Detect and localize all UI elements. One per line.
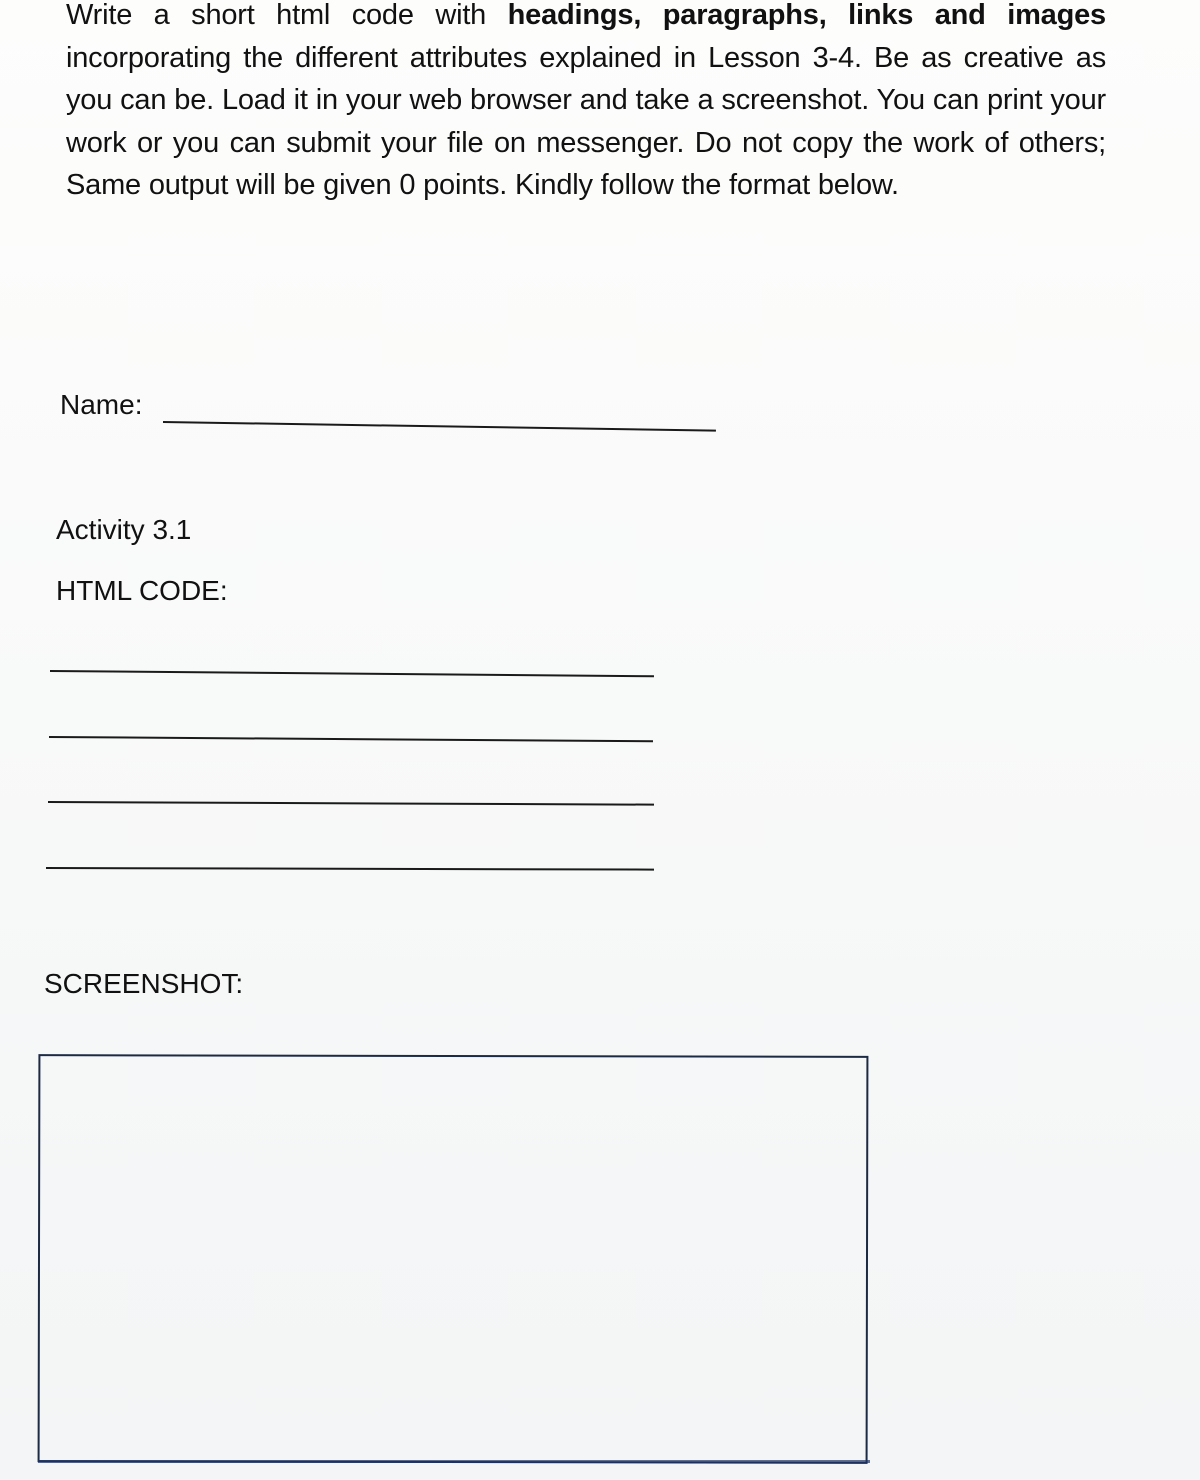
name-label: Name: <box>60 389 143 420</box>
screenshot-box[interactable] <box>37 1054 869 1464</box>
screenshot-box-bottom-edge <box>38 1460 870 1463</box>
screenshot-label: SCREENSHOT: <box>44 968 244 999</box>
instructions-paragraph: Write a short html code with headings, p… <box>66 0 1106 207</box>
html-code-blank-line[interactable] <box>47 801 654 806</box>
name-blank-line[interactable] <box>162 421 716 432</box>
html-code-blank-line[interactable] <box>48 736 653 743</box>
html-code-blank-line[interactable] <box>45 867 655 871</box>
activity-title: Activity 3.1 <box>56 514 192 545</box>
html-code-blank-line[interactable] <box>49 670 654 678</box>
instructions-emphasis: headings, paragraphs, links and images <box>507 0 1107 31</box>
html-code-label: HTML CODE: <box>56 575 228 606</box>
instructions-rest: incorporating the different attributes e… <box>66 41 1106 202</box>
worksheet: Write a short html code with headings, p… <box>0 0 1200 1480</box>
instructions-intro: Write a short html code with <box>66 0 508 31</box>
